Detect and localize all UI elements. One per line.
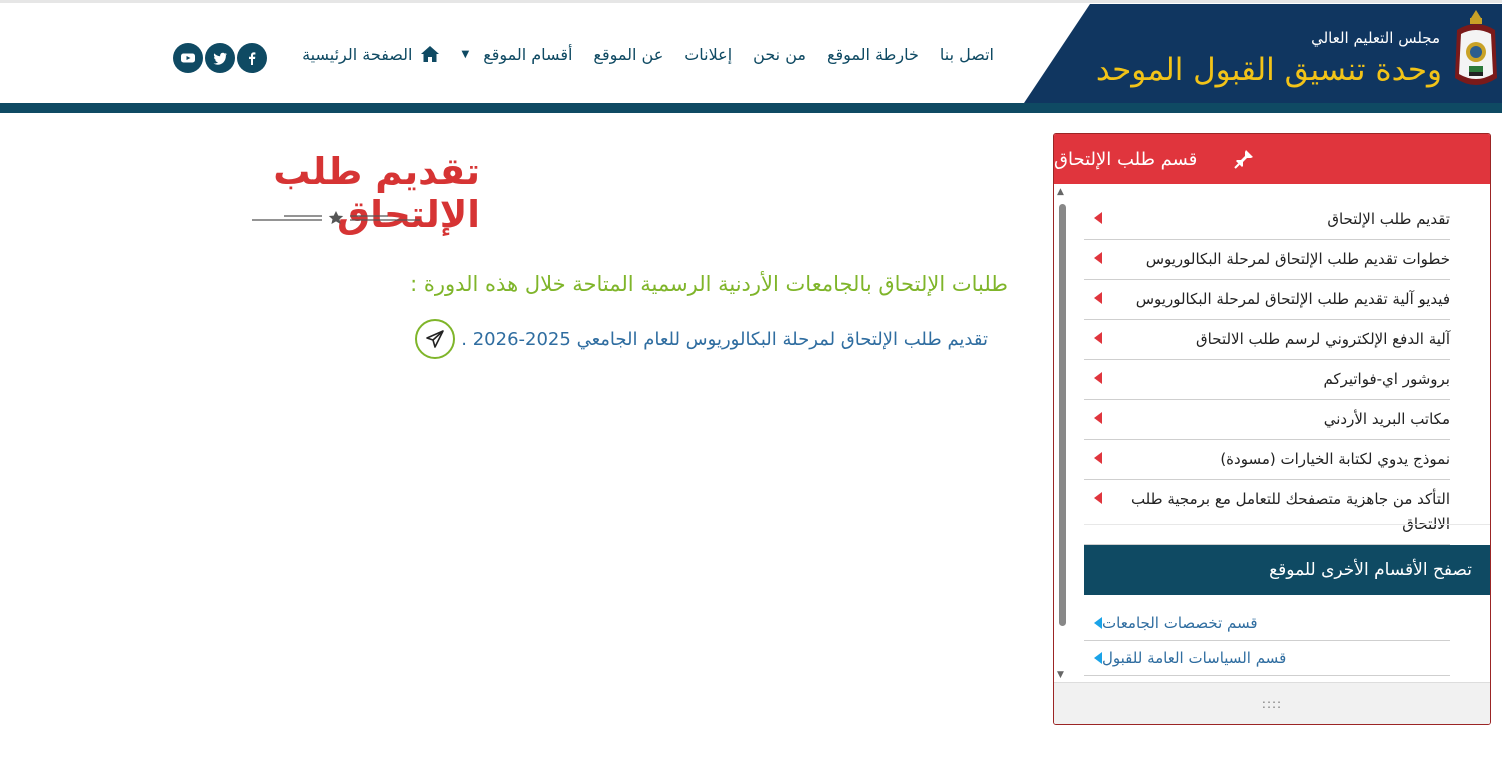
- nav-about-us[interactable]: من نحن: [753, 45, 806, 64]
- nav-announcements[interactable]: إعلانات: [684, 45, 732, 64]
- red-triangle-icon: [1094, 492, 1102, 504]
- nav-announcements-label: إعلانات: [684, 44, 733, 64]
- other-sections-header: تصفح الأقسام الأخرى للموقع: [1084, 545, 1490, 595]
- scroll-up-icon[interactable]: ▲: [1057, 188, 1064, 197]
- pushpin-icon: [1234, 150, 1254, 169]
- sidebar-item-label: آلية الدفع الإلكتروني لرسم طلب الالتحاق: [1196, 330, 1450, 348]
- red-triangle-icon: [1094, 332, 1102, 344]
- section-separator: [1084, 524, 1490, 525]
- sidebar-panel: قسم طلب الإلتحاق ▲ ▼ تقديم طلب الإلتحاق …: [1053, 133, 1491, 725]
- other-item-label: قسم السياسات العامة للقبول: [1102, 649, 1287, 667]
- nav-site-sections[interactable]: أقسام الموقع ▼: [461, 45, 572, 64]
- nav-about-us-label: من نحن: [753, 44, 806, 64]
- nav-home[interactable]: الصفحة الرئيسية: [302, 45, 440, 64]
- nav-home-label: الصفحة الرئيسية: [302, 44, 413, 64]
- nav-sitemap[interactable]: خارطة الموقع: [827, 45, 919, 64]
- sidebar-item-post-offices[interactable]: مكاتب البريد الأردني: [1084, 400, 1450, 440]
- sidebar-item-label: بروشور اي-فواتيركم: [1323, 370, 1450, 388]
- site-brand[interactable]: مجلس التعليم العالي وحدة تنسيق القبول ال…: [1024, 4, 1502, 103]
- paper-plane-icon: [426, 330, 445, 348]
- twitter-button[interactable]: [205, 43, 235, 73]
- org-name: مجلس التعليم العالي: [1311, 29, 1440, 47]
- sidebar-title: قسم طلب الإلتحاق: [1054, 148, 1198, 170]
- blue-triangle-icon: [1094, 617, 1102, 629]
- apply-bachelor-link[interactable]: تقديم طلب الإلتحاق لمرحلة البكالوريوس لل…: [461, 329, 988, 350]
- nav-about-site-label: عن الموقع: [593, 44, 664, 64]
- sidebar-item-label: خطوات تقديم طلب الإلتحاق لمرحلة البكالور…: [1145, 250, 1450, 268]
- other-item-label: قسم تخصصات الجامعات: [1102, 614, 1258, 632]
- sidebar-item-label: فيديو آلية تقديم طلب الإلتحاق لمرحلة الب…: [1135, 290, 1450, 308]
- sidebar-item-apply-video[interactable]: فيديو آلية تقديم طلب الإلتحاق لمرحلة الب…: [1084, 280, 1450, 320]
- nav-contact[interactable]: اتصل بنا: [940, 45, 994, 64]
- sidebar-item-apply-steps[interactable]: خطوات تقديم طلب الإلتحاق لمرحلة البكالور…: [1084, 240, 1450, 280]
- sidebar-item-efawateercom[interactable]: بروشور اي-فواتيركم: [1084, 360, 1450, 400]
- scrollbar-thumb[interactable]: [1059, 204, 1066, 626]
- sidebar-item-epayment[interactable]: آلية الدفع الإلكتروني لرسم طلب الالتحاق: [1084, 320, 1450, 360]
- sidebar-item-manual-form[interactable]: نموذج يدوي لكتابة الخيارات (مسودة): [1084, 440, 1450, 480]
- red-triangle-icon: [1094, 212, 1102, 224]
- sidebar-scroll-area[interactable]: ▲ ▼ تقديم طلب الإلتحاق خطوات تقديم طلب ا…: [1054, 184, 1490, 682]
- other-sections-list: قسم تخصصات الجامعات قسم السياسات العامة …: [1084, 606, 1450, 676]
- facebook-icon: [249, 52, 256, 65]
- sidebar-item-university-majors[interactable]: قسم تخصصات الجامعات: [1084, 606, 1450, 641]
- red-triangle-icon: [1094, 452, 1102, 464]
- main-nav: الصفحة الرئيسية أقسام الموقع ▼ عن الموقع…: [302, 40, 994, 68]
- social-links: [173, 43, 267, 73]
- site-title: وحدة تنسيق القبول الموحد: [1095, 52, 1442, 88]
- header-band: [0, 103, 1502, 113]
- youtube-button[interactable]: [173, 43, 203, 73]
- apply-link-row: تقديم طلب الإلتحاق لمرحلة البكالوريوس لل…: [415, 319, 988, 359]
- title-divider: [252, 211, 420, 224]
- youtube-icon: [181, 53, 195, 63]
- top-border: [0, 0, 1502, 3]
- sidebar-item-label: التأكد من جاهزية متصفحك للتعامل مع برمجي…: [1130, 490, 1450, 533]
- sidebar-item-label: نموذج يدوي لكتابة الخيارات (مسودة): [1220, 450, 1450, 468]
- red-triangle-icon: [1094, 252, 1102, 264]
- sidebar-item-label: مكاتب البريد الأردني: [1323, 410, 1450, 428]
- home-icon: [421, 46, 440, 62]
- red-triangle-icon: [1094, 292, 1102, 304]
- application-links-list: تقديم طلب الإلتحاق خطوات تقديم طلب الإلت…: [1084, 200, 1450, 545]
- coat-of-arms-icon: [1455, 10, 1497, 85]
- send-icon-circle: [415, 319, 456, 359]
- red-triangle-icon: [1094, 372, 1102, 384]
- intro-text: طلبات الإلتحاق بالجامعات الأردنية الرسمي…: [410, 272, 1008, 296]
- sidebar-item-label: تقديم طلب الإلتحاق: [1327, 210, 1450, 228]
- caret-down-icon: ▼: [461, 48, 470, 60]
- twitter-icon: [213, 52, 227, 65]
- sidebar-item-admission-policies[interactable]: قسم السياسات العامة للقبول: [1084, 641, 1450, 676]
- scroll-down-icon[interactable]: ▼: [1057, 671, 1064, 680]
- nav-contact-label: اتصل بنا: [939, 44, 994, 64]
- facebook-button[interactable]: [237, 43, 267, 73]
- blue-triangle-icon: [1094, 652, 1102, 664]
- nav-sitemap-label: خارطة الموقع: [826, 44, 919, 64]
- sidebar-resize-handle[interactable]: ::::: [1054, 682, 1490, 724]
- sidebar-item-apply[interactable]: تقديم طلب الإلتحاق: [1084, 200, 1450, 240]
- other-sections-title: تصفح الأقسام الأخرى للموقع: [1269, 560, 1472, 580]
- red-triangle-icon: [1094, 412, 1102, 424]
- nav-site-sections-label: أقسام الموقع: [483, 44, 573, 64]
- sidebar-scrollbar[interactable]: ▲ ▼: [1056, 188, 1067, 680]
- nav-about-site[interactable]: عن الموقع: [593, 45, 663, 64]
- sidebar-header: قسم طلب الإلتحاق: [1054, 134, 1490, 184]
- sidebar-item-browser-check[interactable]: التأكد من جاهزية متصفحك للتعامل مع برمجي…: [1084, 480, 1450, 545]
